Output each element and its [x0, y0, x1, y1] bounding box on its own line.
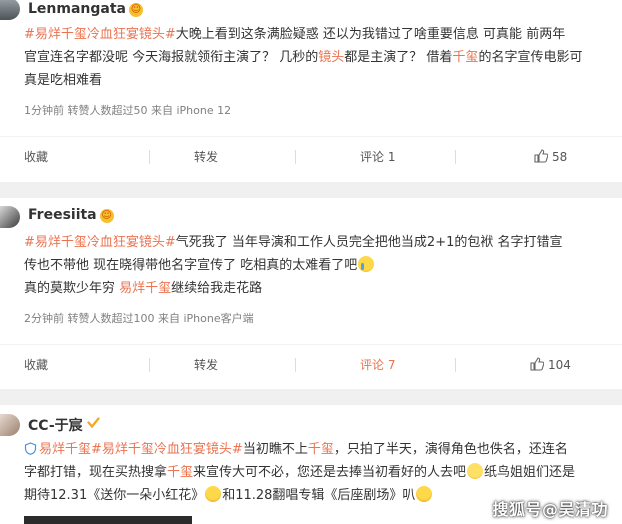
keyword-link[interactable]: 易烊千玺 — [39, 442, 91, 457]
post-meta: 1分钟前 转赞人数超过50 来自 iPhone 12 — [24, 104, 232, 117]
post-meta: 2分钟前 转赞人数超过100 来自 iPhone客户端 — [24, 312, 254, 325]
comment-button[interactable]: 评论 1 — [360, 137, 395, 177]
comment-button[interactable]: 评论 7 — [360, 345, 395, 385]
action-bar: 收藏 转发 评论 7 104 — [0, 344, 622, 384]
divider — [295, 358, 296, 372]
thumbs-up-icon — [530, 357, 544, 371]
post-2: Freesiita ☺ #易烊千玺冷血狂宴镜头#气死我了 当年导演和工作人员完全把… — [0, 198, 622, 389]
forward-button[interactable]: 转发 — [194, 137, 218, 177]
fan-badge-icon: ☺ — [99, 209, 114, 223]
divider — [455, 358, 456, 372]
username-text[interactable]: CC-于宸 — [28, 418, 83, 434]
hashtag-link[interactable]: #易烊千玺冷血狂宴镜头# — [91, 442, 243, 457]
verified-icon — [87, 417, 100, 429]
avatar[interactable] — [0, 0, 20, 20]
post-1: Lenmangata ☺ #易烊千玺冷血狂宴镜头#大晚上看到这条满脸疑惑 还以为我… — [0, 0, 622, 182]
username[interactable]: CC-于宸 — [28, 415, 100, 435]
divider — [149, 150, 150, 164]
keyword-link[interactable]: 千玺 — [452, 50, 478, 65]
post-text: #易烊千玺冷血狂宴镜头#气死我了 当年导演和工作人员完全把他当成2+1的包袱 名… — [24, 231, 620, 300]
text-segment: 传也不带他 现在晓得带他名字宣传了 吃相真的太难看了吧 — [24, 258, 358, 273]
action-bar: 收藏 转发 评论 1 58 — [0, 136, 622, 176]
avatar[interactable] — [0, 206, 20, 228]
divider — [295, 150, 296, 164]
text-segment: 气死我了 当年导演和工作人员完全把他当成2+1的包袱 名字打错宣 — [175, 235, 563, 250]
username[interactable]: Freesiita ☺ — [28, 207, 114, 223]
text-segment: 都是主演了？ 借着 — [344, 50, 453, 65]
watermark: 搜狐号@吴清功 — [492, 500, 608, 519]
forward-button[interactable]: 转发 — [194, 345, 218, 385]
post-text-line: #易烊千玺冷血狂宴镜头#大晚上看到这条满脸疑惑 还以为我错过了啥重要信息 可真能… — [24, 23, 620, 46]
text-segment: ，只拍了半天，演得角色也佚名，还连名 — [333, 442, 568, 457]
keyword-link[interactable]: 千玺 — [308, 442, 334, 457]
divider — [149, 358, 150, 372]
post-text: #易烊千玺冷血狂宴镜头#大晚上看到这条满脸疑惑 还以为我错过了啥重要信息 可真能… — [24, 23, 620, 92]
smile-emoji-icon — [467, 463, 484, 479]
post-text-line: 官宣连名字都没呢 今天海报就领衔主演了？ 几秒的镜头都是主演了？ 借着千玺的名字… — [24, 46, 620, 69]
fan-badge-icon: ☺ — [129, 3, 143, 17]
text-segment: 的名字宣传电影可 — [478, 50, 583, 65]
collect-button[interactable]: 收藏 — [24, 345, 48, 385]
post-text-line: 字都打错，现在买热搜拿千玺来宣传大可不必，您还是去捧当初看好的人去吧 纸鸟姐姐们还… — [24, 461, 620, 484]
hashtag-link[interactable]: #易烊千玺冷血狂宴镜头# — [24, 235, 176, 250]
text-segment: 纸鸟姐姐们还是 — [484, 465, 576, 480]
text-segment: 当初瞧不上 — [242, 442, 308, 457]
text-segment: 字都打错，现在买热搜拿 — [24, 465, 168, 480]
post-text-line: 易烊千玺#易烊千玺冷血狂宴镜头#当初瞧不上千玺，只拍了半天，演得角色也佚名，还连… — [24, 438, 620, 461]
divider — [455, 150, 456, 164]
thumbs-up-icon — [534, 149, 548, 163]
text-segment: 大晚上看到这条满脸疑惑 还以为我错过了啥重要信息 可真能 前两年 — [175, 27, 566, 42]
cry-emoji-icon — [358, 256, 375, 272]
username[interactable]: Lenmangata ☺ — [28, 1, 143, 17]
shield-icon — [24, 442, 37, 455]
text-segment: 真是吃相难看 — [24, 73, 103, 88]
like-count: 104 — [548, 358, 571, 372]
embedded-image-thumbnail[interactable] — [24, 516, 192, 524]
post-text-line: 传也不带他 现在晓得带他名字宣传了 吃相真的太难看了吧 — [24, 254, 620, 277]
collect-button[interactable]: 收藏 — [24, 137, 48, 177]
username-text[interactable]: Freesiita — [28, 207, 97, 223]
keyword-link[interactable]: 镜头 — [318, 50, 344, 65]
avatar[interactable] — [0, 414, 20, 436]
post-separator — [0, 389, 622, 405]
post-text-line: 真是吃相难看 — [24, 69, 620, 92]
scream-emoji-icon — [205, 486, 222, 502]
text-segment: 和11.28翻唱专辑《后座剧场》叭 — [222, 488, 416, 503]
like-count: 58 — [552, 150, 568, 164]
text-segment: 期待12.31《送你一朵小红花》 — [24, 488, 205, 503]
post-text-line: #易烊千玺冷血狂宴镜头#气死我了 当年导演和工作人员完全把他当成2+1的包袱 名… — [24, 231, 620, 254]
text-segment: 真的莫欺少年穷 — [24, 281, 120, 296]
hashtag-link[interactable]: #易烊千玺冷血狂宴镜头# — [24, 27, 176, 42]
like-button[interactable]: 58 — [534, 137, 567, 177]
text-segment: 来宣传大可不必，您还是去捧当初看好的人去吧 — [193, 465, 467, 480]
text-segment: 官宣连名字都没呢 今天海报就领衔主演了？ 几秒的 — [24, 50, 319, 65]
text-segment: 继续给我走花路 — [171, 281, 263, 296]
username-text[interactable]: Lenmangata — [28, 1, 126, 17]
post-separator — [0, 182, 622, 198]
scream-emoji-icon — [416, 486, 433, 502]
keyword-link[interactable]: 千玺 — [167, 465, 193, 480]
keyword-link[interactable]: 易烊千玺 — [119, 281, 171, 296]
post-text-line: 真的莫欺少年穷 易烊千玺继续给我走花路 — [24, 277, 620, 300]
like-button[interactable]: 104 — [530, 345, 571, 385]
